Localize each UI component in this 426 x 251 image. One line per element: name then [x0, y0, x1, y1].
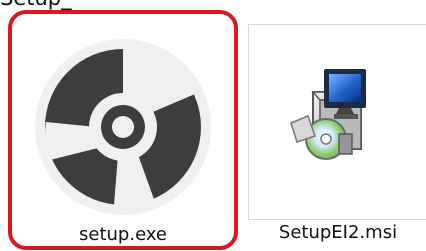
disc-icon [35, 39, 211, 215]
file-item-setupei2-msi[interactable] [248, 24, 426, 220]
file-label-setupei2-msi: SetupEI2.msi [278, 222, 398, 243]
cutoff-file-title: Setup_ [0, 0, 90, 10]
file-label-setup-exe: setup.exe [79, 224, 167, 245]
file-browser-canvas: Setup_ setup.exe [0, 0, 426, 251]
installer-package-icon [290, 69, 366, 160]
file-item-setup-exe[interactable]: setup.exe [8, 10, 238, 250]
